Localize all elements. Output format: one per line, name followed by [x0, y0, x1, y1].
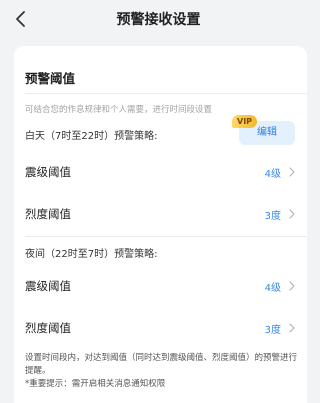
chevron-right-icon	[289, 167, 295, 177]
important-note: *重要提示：需开启相关消息通知权限	[25, 379, 166, 389]
nav-bar: 预警接收设置	[0, 0, 317, 38]
row-value: 4级	[264, 283, 281, 294]
chevron-right-icon	[289, 323, 295, 333]
row-label: 烈度阈值	[25, 321, 71, 335]
chevron-right-icon	[289, 281, 295, 291]
row-label: 震级阈值	[25, 165, 71, 179]
day-intensity-row[interactable]: 烈度阈值 3度	[14, 194, 307, 234]
footnote-text: 设置时间段内，对达到阈值（同时达到震级阈值、烈度阈值）的预警进行提醒。	[25, 353, 298, 376]
row-label: 烈度阈值	[25, 207, 71, 221]
card-title: 预警阈值	[25, 71, 76, 86]
chevron-right-icon	[289, 209, 295, 219]
day-strategy-label: 白天（7时至22时）预警策略:	[25, 131, 158, 142]
row-value: 3度	[264, 325, 281, 336]
row-value: 3度	[264, 211, 281, 222]
hint-text: 可结合您的作息规律和个人需要，进行时间段设置	[25, 105, 213, 115]
night-strategy-label: 夜间（22时至7时）预警策略:	[25, 249, 158, 260]
section-divider	[25, 236, 307, 237]
night-magnitude-row[interactable]: 震级阈值 4级	[14, 266, 307, 306]
row-label: 震级阈值	[25, 279, 71, 293]
day-magnitude-row[interactable]: 震级阈值 4级	[14, 152, 307, 192]
vip-badge: VIP	[232, 115, 258, 128]
edit-group: 编辑 VIP	[232, 115, 295, 145]
night-intensity-row[interactable]: 烈度阈值 3度	[14, 308, 307, 348]
title-divider	[25, 93, 307, 94]
page-title: 预警接收设置	[116, 12, 201, 28]
threshold-card: 预警阈值 可结合您的作息规律和个人需要，进行时间段设置 白天（7时至22时）预警…	[14, 46, 307, 403]
row-value: 4级	[264, 169, 281, 180]
